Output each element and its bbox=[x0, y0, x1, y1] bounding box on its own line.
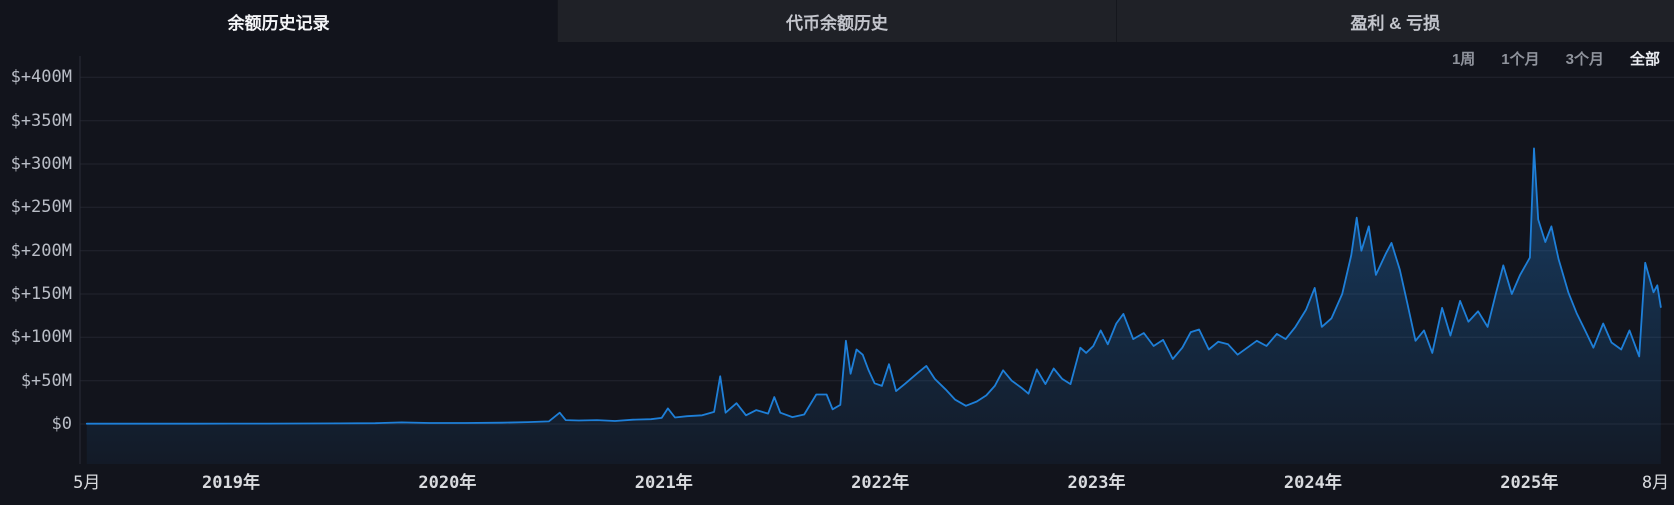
chart-canvas[interactable] bbox=[0, 0, 1674, 505]
balance-area-chart[interactable]: $+400M$+350M$+300M$+250M$+200M$+150M$+10… bbox=[0, 0, 1674, 505]
balance-history-screen: 余额历史记录 代币余额历史 盈利 & 亏损 1周 1个月 3个月 全部 $+40… bbox=[0, 0, 1674, 505]
